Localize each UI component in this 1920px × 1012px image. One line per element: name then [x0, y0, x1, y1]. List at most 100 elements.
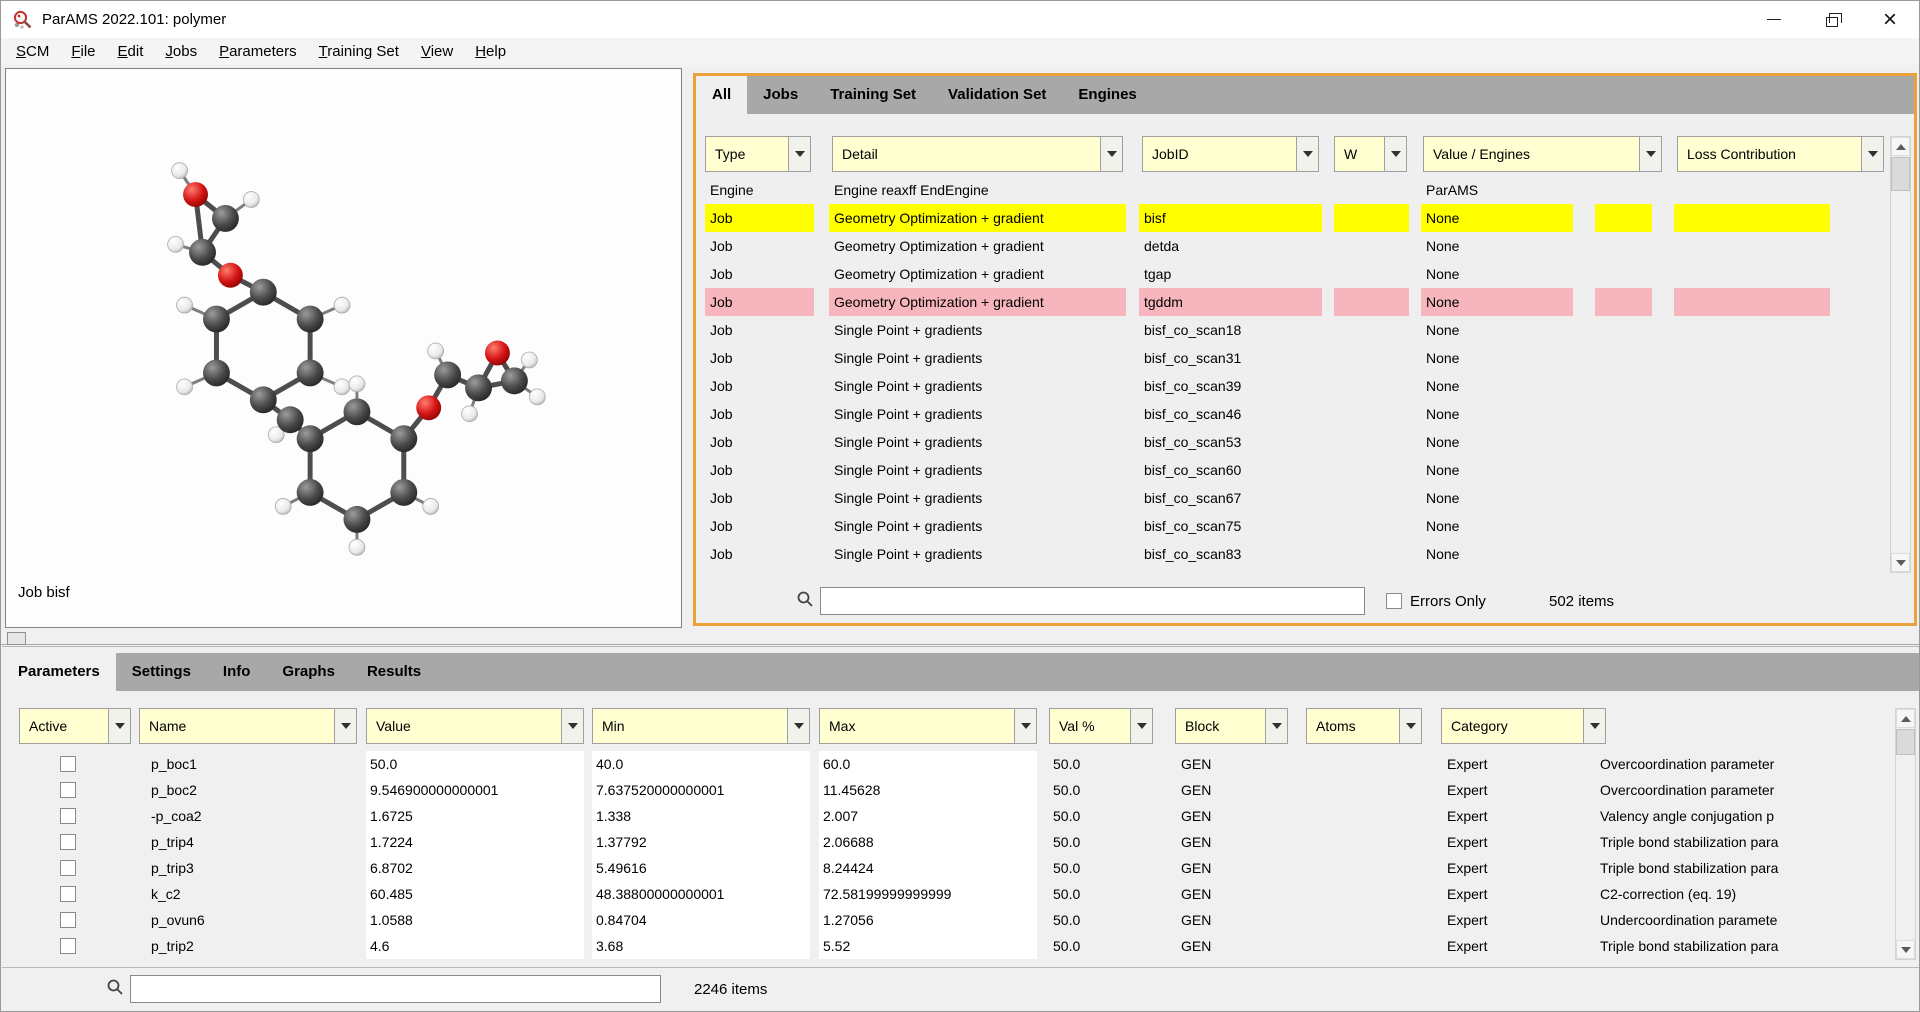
- job-row[interactable]: Job Single Point + gradients bisf_co_sca…: [696, 512, 1888, 540]
- tab-all[interactable]: All: [696, 76, 747, 114]
- job-row[interactable]: Job Single Point + gradients bisf_co_sca…: [696, 484, 1888, 512]
- filter-jobid-dropdown[interactable]: JobID: [1142, 136, 1319, 172]
- scroll-down-button[interactable]: [1891, 553, 1910, 572]
- chevron-down-icon[interactable]: [1130, 709, 1152, 743]
- cell-max[interactable]: 2.007: [819, 803, 1037, 829]
- active-checkbox[interactable]: [60, 808, 76, 824]
- parameter-row[interactable]: k_c2 60.485 48.38800000000001 72.5819999…: [2, 881, 1893, 907]
- parameter-row[interactable]: -p_coa2 1.6725 1.338 2.007 50.0 GEN Expe…: [2, 803, 1893, 829]
- filter-max-dropdown[interactable]: Max: [819, 708, 1037, 744]
- errors-only-checkbox[interactable]: [1386, 593, 1402, 609]
- chevron-down-icon[interactable]: [334, 709, 356, 743]
- jobs-scrollbar[interactable]: [1890, 136, 1911, 573]
- chevron-down-icon[interactable]: [1639, 137, 1661, 171]
- cell-value[interactable]: 60.485: [366, 881, 584, 907]
- parameter-row[interactable]: p_trip4 1.7224 1.37792 2.06688 50.0 GEN …: [2, 829, 1893, 855]
- scroll-track[interactable]: [1891, 156, 1910, 553]
- params-scrollbar[interactable]: [1895, 708, 1916, 960]
- cell-max[interactable]: 1.27056: [819, 907, 1037, 933]
- filter-active-dropdown[interactable]: Active: [19, 708, 131, 744]
- cell-min[interactable]: 0.84704: [592, 907, 810, 933]
- tab-parameters[interactable]: Parameters: [2, 653, 116, 691]
- cell-min[interactable]: 3.68: [592, 933, 810, 959]
- active-checkbox[interactable]: [60, 886, 76, 902]
- chevron-down-icon[interactable]: [1583, 709, 1605, 743]
- chevron-down-icon[interactable]: [788, 137, 810, 171]
- cell-max[interactable]: 72.58199999999999: [819, 881, 1037, 907]
- menu-scm[interactable]: SCM: [5, 40, 60, 63]
- active-checkbox[interactable]: [60, 756, 76, 772]
- scroll-thumb[interactable]: [1891, 157, 1910, 191]
- filter-valpct-dropdown[interactable]: Val %: [1049, 708, 1153, 744]
- cell-max[interactable]: 5.52: [819, 933, 1037, 959]
- minimize-button[interactable]: [1745, 1, 1803, 38]
- cell-min[interactable]: 48.38800000000001: [592, 881, 810, 907]
- close-button[interactable]: ×: [1861, 1, 1919, 38]
- menu-parameters[interactable]: Parameters: [208, 40, 308, 63]
- tab-settings[interactable]: Settings: [116, 653, 207, 691]
- scroll-up-button[interactable]: [1896, 709, 1915, 728]
- filter-min-dropdown[interactable]: Min: [592, 708, 810, 744]
- tab-engines[interactable]: Engines: [1062, 76, 1152, 114]
- tab-info[interactable]: Info: [207, 653, 267, 691]
- job-row[interactable]: Engine Engine reaxff EndEngine ParAMS: [696, 176, 1888, 204]
- cell-min[interactable]: 5.49616: [592, 855, 810, 881]
- cell-min[interactable]: 7.637520000000001: [592, 777, 810, 803]
- chevron-down-icon[interactable]: [108, 709, 130, 743]
- active-checkbox[interactable]: [60, 834, 76, 850]
- parameter-row[interactable]: p_boc2 9.546900000000001 7.6375200000000…: [2, 777, 1893, 803]
- job-row[interactable]: Job Single Point + gradients bisf_co_sca…: [696, 540, 1888, 568]
- filter-category-dropdown[interactable]: Category: [1441, 708, 1606, 744]
- scroll-thumb[interactable]: [1896, 729, 1915, 755]
- job-row[interactable]: Job Geometry Optimization + gradient tgd…: [696, 288, 1888, 316]
- cell-max[interactable]: 60.0: [819, 751, 1037, 777]
- filter-atoms-dropdown[interactable]: Atoms: [1306, 708, 1422, 744]
- job-row[interactable]: Job Geometry Optimization + gradient det…: [696, 232, 1888, 260]
- job-row[interactable]: Job Geometry Optimization + gradient tga…: [696, 260, 1888, 288]
- cell-value[interactable]: 50.0: [366, 751, 584, 777]
- cell-value[interactable]: 1.6725: [366, 803, 584, 829]
- tab-jobs[interactable]: Jobs: [747, 76, 814, 114]
- params-search-input[interactable]: [130, 975, 661, 1003]
- cell-min[interactable]: 40.0: [592, 751, 810, 777]
- filter-value-engines-dropdown[interactable]: Value / Engines: [1423, 136, 1662, 172]
- splitter-handle[interactable]: [7, 632, 26, 645]
- tab-results[interactable]: Results: [351, 653, 437, 691]
- filter-loss-dropdown[interactable]: Loss Contribution: [1677, 136, 1884, 172]
- cell-value[interactable]: 6.8702: [366, 855, 584, 881]
- filter-value-dropdown[interactable]: Value: [366, 708, 584, 744]
- menu-edit[interactable]: Edit: [107, 40, 155, 63]
- cell-value[interactable]: 1.0588: [366, 907, 584, 933]
- filter-type-dropdown[interactable]: Type: [705, 136, 811, 172]
- chevron-down-icon[interactable]: [1296, 137, 1318, 171]
- cell-value[interactable]: 9.546900000000001: [366, 777, 584, 803]
- parameter-row[interactable]: p_boc1 50.0 40.0 60.0 50.0 GEN Expert Ov…: [2, 751, 1893, 777]
- filter-detail-dropdown[interactable]: Detail: [832, 136, 1123, 172]
- active-checkbox[interactable]: [60, 782, 76, 798]
- tab-graphs[interactable]: Graphs: [266, 653, 351, 691]
- job-row[interactable]: Job Geometry Optimization + gradient bis…: [696, 204, 1888, 232]
- chevron-down-icon[interactable]: [1265, 709, 1287, 743]
- filter-weight-dropdown[interactable]: W: [1334, 136, 1407, 172]
- active-checkbox[interactable]: [60, 938, 76, 954]
- job-row[interactable]: Job Single Point + gradients bisf_co_sca…: [696, 400, 1888, 428]
- parameter-row[interactable]: p_ovun6 1.0588 0.84704 1.27056 50.0 GEN …: [2, 907, 1893, 933]
- cell-min[interactable]: 1.37792: [592, 829, 810, 855]
- molecule-3d-model[interactable]: [6, 69, 681, 627]
- menu-file[interactable]: File: [60, 40, 106, 63]
- tab-training-set[interactable]: Training Set: [814, 76, 932, 114]
- scroll-track[interactable]: [1896, 728, 1915, 940]
- maximize-button[interactable]: [1803, 1, 1861, 38]
- molecule-viewer-pane[interactable]: Job bisf: [5, 68, 682, 628]
- cell-value[interactable]: 1.7224: [366, 829, 584, 855]
- filter-name-dropdown[interactable]: Name: [139, 708, 357, 744]
- menu-training-set[interactable]: Training Set: [308, 40, 410, 63]
- parameter-row[interactable]: p_trip2 4.6 3.68 5.52 50.0 GEN Expert Tr…: [2, 933, 1893, 959]
- job-row[interactable]: Job Single Point + gradients bisf_co_sca…: [696, 344, 1888, 372]
- parameter-row[interactable]: p_trip3 6.8702 5.49616 8.24424 50.0 GEN …: [2, 855, 1893, 881]
- cell-max[interactable]: 2.06688: [819, 829, 1037, 855]
- chevron-down-icon[interactable]: [787, 709, 809, 743]
- scroll-up-button[interactable]: [1891, 137, 1910, 156]
- job-row[interactable]: Job Single Point + gradients bisf_co_sca…: [696, 428, 1888, 456]
- chevron-down-icon[interactable]: [1861, 137, 1883, 171]
